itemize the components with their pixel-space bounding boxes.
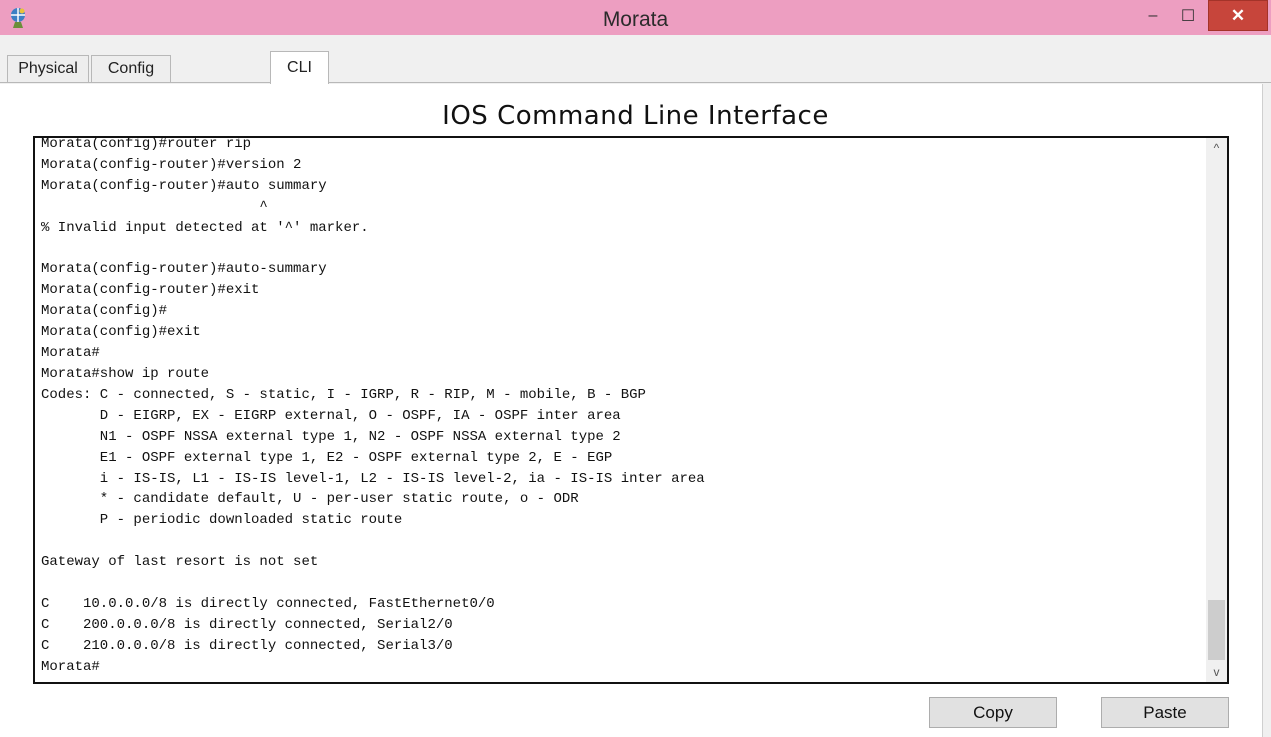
cli-terminal[interactable]: Morata(config)#router rip Morata(config-… — [33, 136, 1229, 684]
tab-bar: Physical Config CLI — [0, 35, 1271, 84]
copy-button[interactable]: Copy — [929, 697, 1057, 728]
scroll-down-arrow-icon[interactable]: v — [1206, 662, 1227, 682]
page-title: IOS Command Line Interface — [442, 101, 829, 131]
maximize-button[interactable]: ☐ — [1171, 0, 1205, 31]
window-right-edge — [1262, 84, 1271, 737]
close-button[interactable]: ✕ — [1208, 0, 1268, 31]
scroll-thumb[interactable] — [1208, 600, 1225, 660]
tab-config[interactable]: Config — [91, 55, 171, 82]
tab-physical[interactable]: Physical — [7, 55, 89, 82]
terminal-scrollbar[interactable]: ^ v — [1206, 138, 1227, 682]
paste-button[interactable]: Paste — [1101, 697, 1229, 728]
minimize-button[interactable]: – — [1136, 0, 1170, 31]
tab-divider — [0, 82, 1271, 83]
tab-cli[interactable]: CLI — [270, 51, 329, 84]
terminal-output[interactable]: Morata(config)#router rip Morata(config-… — [41, 138, 705, 678]
window-title: Morata — [602, 8, 669, 31]
title-bar[interactable]: Morata – ☐ ✕ — [0, 0, 1271, 35]
scroll-up-arrow-icon[interactable]: ^ — [1206, 138, 1227, 158]
